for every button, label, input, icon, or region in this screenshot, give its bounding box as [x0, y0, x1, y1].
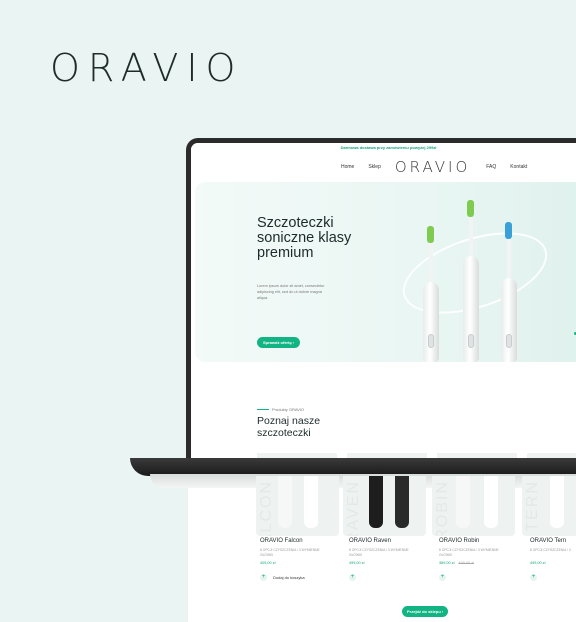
product-price: 499,00 zł	[349, 561, 365, 565]
brand-logo: ORAVIO	[50, 46, 244, 90]
hero-banner: Szczoteczki soniczne klasy premium Lorem…	[195, 182, 576, 362]
nav-faq[interactable]: FAQ	[486, 164, 496, 170]
product-desc: 8 OPCJI CZYSZCZENIA / 3	[530, 548, 571, 552]
section-title: Poznaj nasze szczoteczki	[257, 415, 321, 439]
add-to-cart-icon[interactable]: +	[349, 574, 356, 581]
lower-left-background	[0, 470, 188, 622]
product-desc: 8 OPCJI CZYSZCZENIA / 3 WYMIENNE GŁÓWKI	[260, 548, 320, 557]
product-bg-word: RAVEN	[345, 480, 362, 536]
go-to-shop-button[interactable]: Przejdź do sklepu ›	[402, 606, 449, 617]
product-name[interactable]: ORAVIO Falcon	[260, 538, 303, 544]
toothbrush-image-right	[501, 222, 517, 362]
product-name[interactable]: ORAVIO Raven	[349, 538, 391, 544]
site-nav: Home Sklep ORAVIO FAQ Kontakt	[191, 152, 576, 182]
product-price: 405,00 zł	[260, 561, 276, 565]
nav-home[interactable]: Home	[341, 164, 354, 170]
hero-title: Szczoteczki soniczne klasy premium	[257, 215, 352, 261]
nav-shop[interactable]: Sklep	[368, 164, 381, 170]
site-logo[interactable]: ORAVIO	[395, 158, 470, 176]
product-bg-word: ROBIN	[434, 480, 451, 536]
toothbrush-image-center	[463, 200, 479, 362]
add-to-cart-icon[interactable]: +	[439, 574, 446, 581]
product-desc: 8 OPCJI CZYSZCZENIA / 3 WYMIENNE GŁÓWKI	[349, 548, 409, 557]
laptop-screen: Darmowa dostawa przy zamówieniu powyżej …	[191, 143, 576, 463]
product-name[interactable]: ORAVIO Robin	[439, 538, 479, 544]
hero-text: Lorem ipsum dolor sit amet, consectetur …	[257, 284, 325, 300]
product-card-tern[interactable]: TERN	[522, 476, 576, 536]
product-price: 499,00 zł	[530, 561, 546, 565]
product-card-robin[interactable]: ROBIN	[432, 476, 515, 536]
section-kicker: Produkty ORAVIO	[257, 407, 304, 412]
announcement-bar: Darmowa dostawa przy zamówieniu powyżej …	[191, 143, 576, 152]
product-price: 389,00 zł 499,00 zł	[439, 561, 474, 565]
product-desc: 8 OPCJI CZYSZCZENIA / 3 WYMIENNE GŁÓWKI	[439, 548, 499, 557]
product-card-falcon[interactable]: FALCON	[256, 476, 339, 536]
add-to-cart-button[interactable]: Dodaj do koszyka	[273, 575, 305, 580]
product-price-old: 499,00 zł	[458, 561, 474, 565]
nav-contact[interactable]: Kontakt	[510, 164, 527, 170]
add-to-cart-icon[interactable]: +	[260, 574, 267, 581]
add-to-cart-icon[interactable]: +	[530, 574, 537, 581]
product-price-current: 389,00 zł	[439, 561, 455, 565]
product-name[interactable]: ORAVIO Tern	[530, 538, 566, 544]
product-bg-word: FALCON	[258, 480, 275, 536]
toothbrush-image-left	[423, 226, 439, 362]
product-card-raven[interactable]: RAVEN	[343, 476, 426, 536]
laptop-mockup: Darmowa dostawa przy zamówieniu powyżej …	[186, 138, 576, 463]
hero-cta-button[interactable]: Sprawdź ofertę ›	[257, 337, 301, 348]
product-bg-word: TERN	[524, 480, 541, 532]
